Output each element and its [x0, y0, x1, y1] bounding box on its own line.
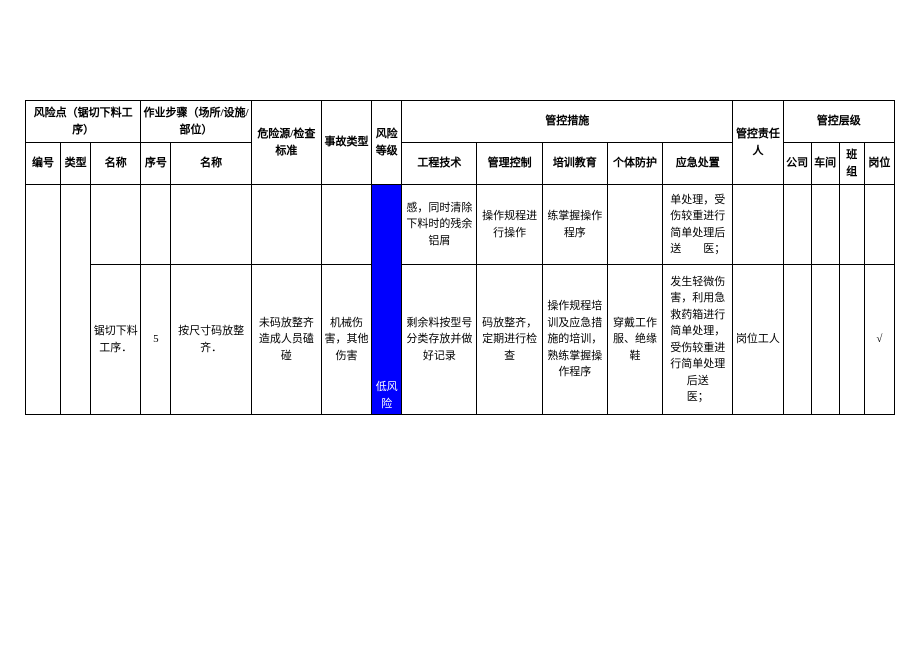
cell-engineering-1: 剩余料按型号分类存放并做好记录 [402, 265, 477, 415]
header-training: 培训教育 [542, 143, 607, 185]
cell-responsible-1: 岗位工人 [733, 265, 783, 415]
cell-training-0: 练掌握操作程序 [542, 185, 607, 265]
cell-workshop-1 [811, 265, 839, 415]
header-responsible: 管控责任人 [733, 101, 783, 185]
cell-team-0 [839, 185, 864, 265]
header-ws-name: 名称 [171, 143, 251, 185]
risk-level-text: 低风险 [372, 379, 401, 414]
cell-ppe-1: 穿戴工作服、绝缘鞋 [607, 265, 662, 415]
cell-workshop-0 [811, 185, 839, 265]
header-risk-point: 风险点（锯切下料工序） [26, 101, 141, 143]
header-control-level: 管控层级 [783, 101, 894, 143]
cell-hazard-0 [251, 185, 321, 265]
cell-emergency-0: 单处理，受伤较重进行简单处理后送 医； [663, 185, 733, 265]
cell-management-1: 码放整齐，定期进行检查 [477, 265, 542, 415]
cell-team-1 [839, 265, 864, 415]
cell-responsible-0 [733, 185, 783, 265]
cell-ws-no-0 [141, 185, 171, 265]
cell-ws-no-1: 5 [141, 265, 171, 415]
header-hazard-check: 危险源/检查标准 [251, 101, 321, 185]
header-ppe: 个体防护 [607, 143, 662, 185]
header-ws-no: 序号 [141, 143, 171, 185]
data-row-0: 低风险 感，同时清除下料时的残余铝屑 操作规程进行操作 练掌握操作程序 单处理，… [26, 185, 895, 265]
cell-post-1: √ [864, 265, 894, 415]
header-team: 班组 [839, 143, 864, 185]
header-risk-level: 风险等级 [372, 101, 402, 185]
cell-accident-0 [321, 185, 371, 265]
risk-assessment-table: 风险点（锯切下料工序） 作业步骤（场所/设施/部位） 危险源/检查标准 事故类型… [25, 100, 895, 415]
cell-company-0 [783, 185, 811, 265]
cell-rp-name-1: 锯切下料工序． [91, 265, 141, 415]
header-row-1: 风险点（锯切下料工序） 作业步骤（场所/设施/部位） 危险源/检查标准 事故类型… [26, 101, 895, 143]
cell-engineering-0: 感，同时清除下料时的残余铝屑 [402, 185, 477, 265]
header-workshop: 车间 [811, 143, 839, 185]
cell-post-0 [864, 185, 894, 265]
header-rp-name: 名称 [91, 143, 141, 185]
cell-risk-level: 低风险 [372, 185, 402, 415]
header-company: 公司 [783, 143, 811, 185]
data-row-1: 锯切下料工序． 5 按尺寸码放整齐． 未码放整齐造成人员磕碰 机械伤害，其他伤害… [26, 265, 895, 415]
header-accident-type: 事故类型 [321, 101, 371, 185]
cell-training-1: 操作规程培训及应急措施的培训，熟练掌握操作程序 [542, 265, 607, 415]
header-management: 管理控制 [477, 143, 542, 185]
header-work-step: 作业步骤（场所/设施/部位） [141, 101, 251, 143]
header-control-measures: 管控措施 [402, 101, 733, 143]
cell-management-0: 操作规程进行操作 [477, 185, 542, 265]
cell-emergency-1: 发生轻微伤害，利用急救药箱进行简单处理，受伤较重进行简单处理后送 医； [663, 265, 733, 415]
cell-rp-type [61, 185, 91, 415]
header-rp-type: 类型 [61, 143, 91, 185]
cell-ws-name-1: 按尺寸码放整齐． [171, 265, 251, 415]
header-rp-no: 编号 [26, 143, 61, 185]
cell-rp-no [26, 185, 61, 415]
cell-ppe-0 [607, 185, 662, 265]
cell-company-1 [783, 265, 811, 415]
cell-accident-1: 机械伤害，其他伤害 [321, 265, 371, 415]
cell-ws-name-0 [171, 185, 251, 265]
header-emergency: 应急处置 [663, 143, 733, 185]
header-engineering: 工程技术 [402, 143, 477, 185]
cell-rp-name-0 [91, 185, 141, 265]
header-post: 岗位 [864, 143, 894, 185]
cell-hazard-1: 未码放整齐造成人员磕碰 [251, 265, 321, 415]
